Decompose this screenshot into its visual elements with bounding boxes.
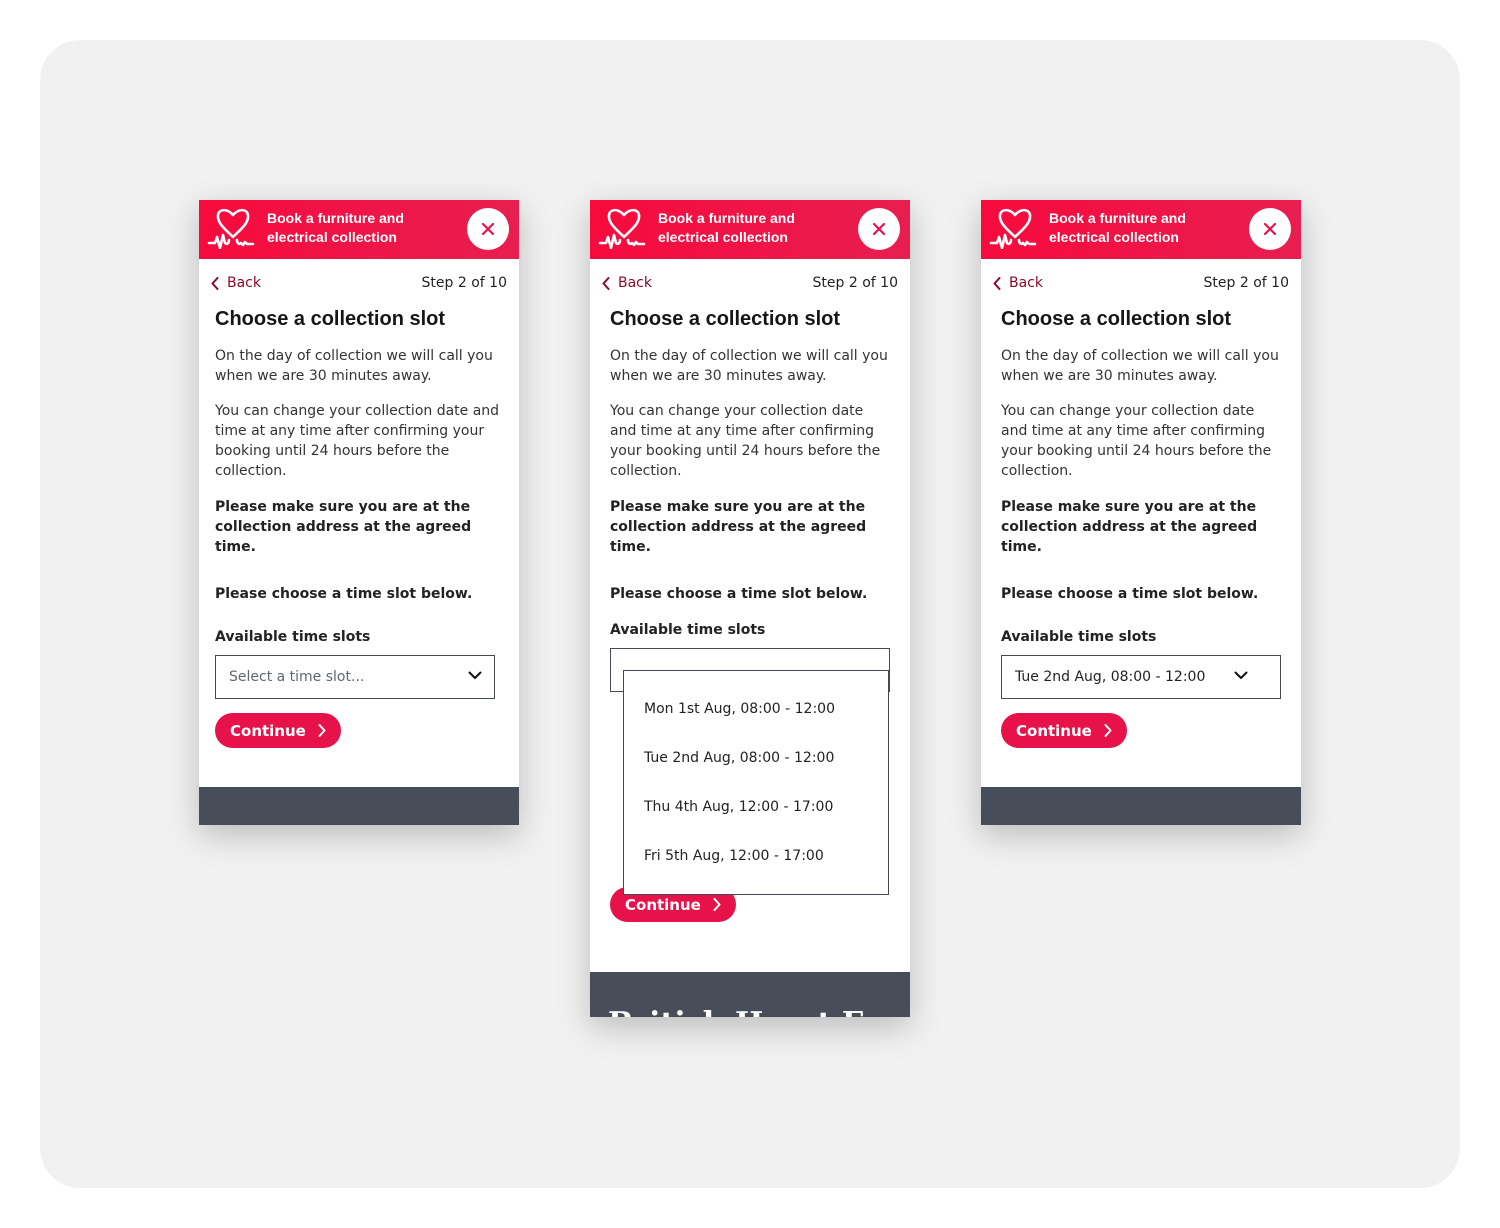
call-info-text: On the day of collection we will call yo… [610, 348, 888, 384]
screen-slot-selected: Book a furniture and electrical collecti… [981, 200, 1301, 825]
nav-row: Back Step 2 of 10 [590, 259, 910, 309]
time-slot-select[interactable]: Select a time slot... [215, 655, 495, 699]
chevron-left-icon [602, 276, 610, 290]
screen-default: Book a furniture and electrical collecti… [199, 200, 519, 825]
page-title: Choose a collection slot [215, 308, 446, 330]
dropdown-option[interactable]: Mon 1st Aug, 08:00 - 12:00 [624, 684, 888, 733]
chevron-left-icon [993, 276, 1001, 290]
footer [981, 787, 1301, 825]
time-slots-label: Available time slots [1001, 629, 1157, 645]
choose-slot-text: Please choose a time slot below. [1001, 586, 1259, 602]
choose-slot-text: Please choose a time slot below. [215, 586, 473, 602]
back-label: Back [1009, 275, 1043, 291]
change-info-text: You can change your collection date and … [215, 403, 500, 479]
page-title: Choose a collection slot [1001, 308, 1232, 330]
step-indicator: Step 2 of 10 [421, 275, 507, 291]
time-slot-dropdown-list: Mon 1st Aug, 08:00 - 12:00 Tue 2nd Aug, … [623, 670, 889, 895]
back-link[interactable]: Back [993, 275, 1043, 291]
continue-button[interactable]: Continue [215, 713, 341, 748]
chevron-down-icon [468, 671, 482, 679]
close-icon [1263, 222, 1277, 236]
header-bar: Book a furniture and electrical collecti… [981, 200, 1301, 259]
dropdown-option[interactable]: Fri 5th Aug, 12:00 - 17:00 [624, 831, 888, 880]
continue-button[interactable]: Continue [1001, 713, 1127, 748]
footer: British Heart Foundation [590, 972, 910, 1017]
call-info-text: On the day of collection we will call yo… [215, 348, 493, 384]
time-slot-select[interactable]: Tue 2nd Aug, 08:00 - 12:00 [1001, 655, 1281, 699]
continue-label: Continue [625, 895, 701, 914]
address-notice-text: Please make sure you are at the collecti… [215, 499, 472, 555]
back-label: Back [618, 275, 652, 291]
change-info-text: You can change your collection date and … [610, 403, 881, 479]
chevron-down-icon [1234, 671, 1248, 679]
chevron-right-icon [1104, 724, 1112, 737]
time-slots-label: Available time slots [610, 622, 766, 638]
continue-label: Continue [230, 721, 306, 740]
back-link[interactable]: Back [602, 275, 652, 291]
chevron-right-icon [318, 724, 326, 737]
nav-row: Back Step 2 of 10 [199, 259, 519, 309]
back-label: Back [227, 275, 261, 291]
header-title: Book a furniture and electrical collecti… [658, 210, 795, 245]
page-content: Choose a collection slot On the day of c… [199, 307, 519, 748]
header-bar: Book a furniture and electrical collecti… [199, 200, 519, 259]
close-button[interactable] [1249, 208, 1291, 250]
heart-logo-icon [598, 208, 646, 249]
header-title: Book a furniture and electrical collecti… [1049, 210, 1186, 245]
dropdown-option[interactable]: Thu 4th Aug, 12:00 - 17:00 [624, 782, 888, 831]
page-title: Choose a collection slot [610, 308, 841, 330]
screen-dropdown-open: Book a furniture and electrical collecti… [590, 200, 910, 1017]
close-icon [872, 222, 886, 236]
address-notice-text: Please make sure you are at the collecti… [1001, 499, 1258, 555]
back-link[interactable]: Back [211, 275, 261, 291]
address-notice-text: Please make sure you are at the collecti… [610, 499, 867, 555]
change-info-text: You can change your collection date and … [1001, 403, 1272, 479]
step-indicator: Step 2 of 10 [812, 275, 898, 291]
heart-logo-icon [989, 208, 1037, 249]
close-button[interactable] [858, 208, 900, 250]
footer [199, 787, 519, 825]
footer-brand-text: British Heart Foundation [608, 1006, 910, 1017]
select-placeholder: Select a time slot... [229, 669, 365, 685]
time-slots-label: Available time slots [215, 629, 371, 645]
select-value: Tue 2nd Aug, 08:00 - 12:00 [1015, 669, 1206, 685]
chevron-right-icon [713, 898, 721, 911]
page-content: Choose a collection slot On the day of c… [981, 307, 1301, 748]
step-indicator: Step 2 of 10 [1203, 275, 1289, 291]
header-bar: Book a furniture and electrical collecti… [590, 200, 910, 259]
nav-row: Back Step 2 of 10 [981, 259, 1301, 309]
continue-label: Continue [1016, 721, 1092, 740]
choose-slot-text: Please choose a time slot below. [610, 586, 868, 602]
close-icon [481, 222, 495, 236]
close-button[interactable] [467, 208, 509, 250]
call-info-text: On the day of collection we will call yo… [1001, 348, 1279, 384]
header-title: Book a furniture and electrical collecti… [267, 210, 404, 245]
dropdown-option[interactable]: Tue 2nd Aug, 08:00 - 12:00 [624, 733, 888, 782]
chevron-left-icon [211, 276, 219, 290]
heart-logo-icon [207, 208, 255, 249]
